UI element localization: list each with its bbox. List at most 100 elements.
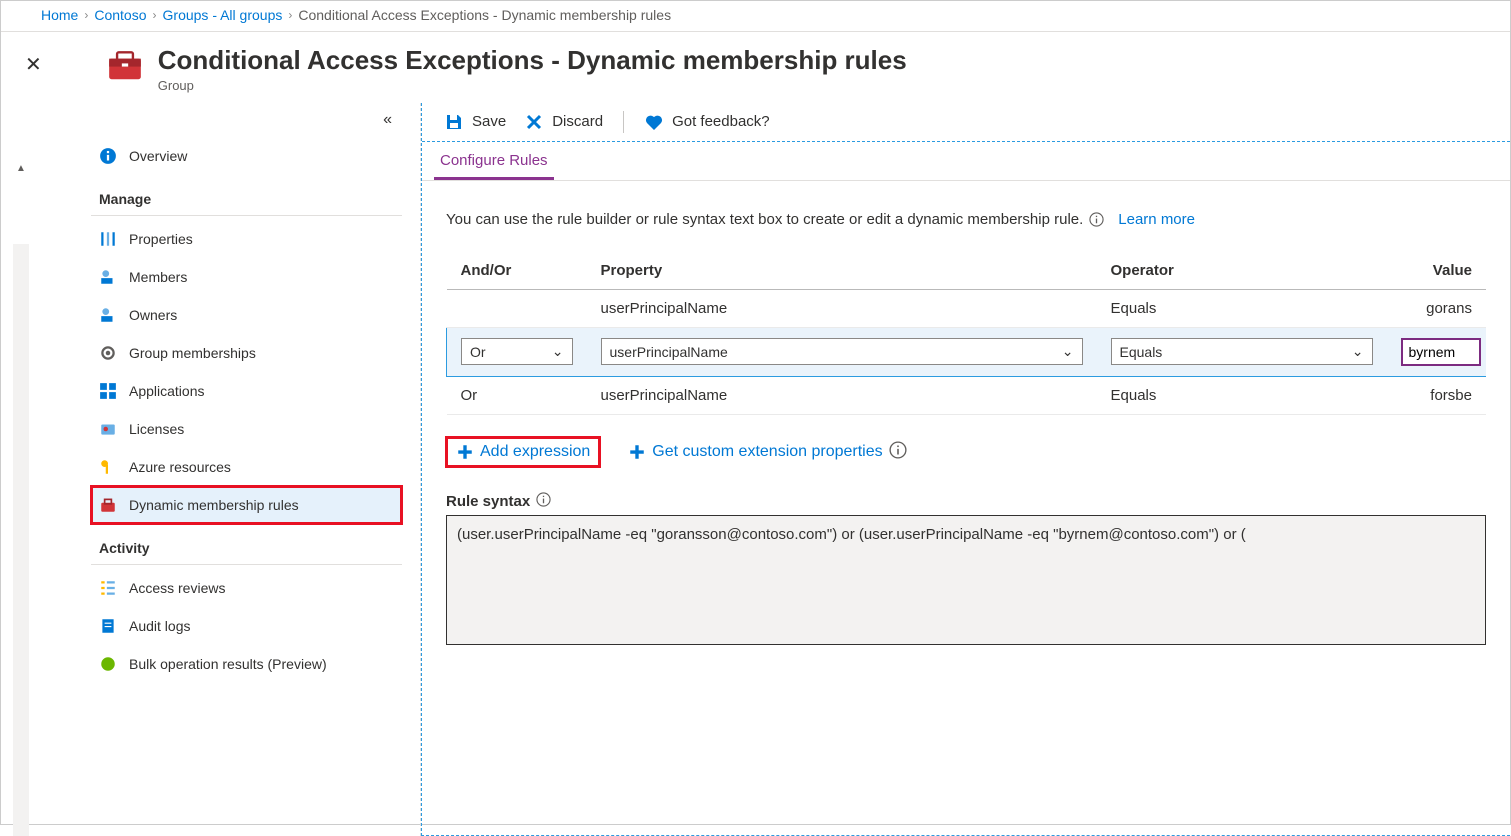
chevron-down-icon: ⌄ [552,343,564,360]
sidebar-item-owners[interactable]: Owners [91,296,402,334]
chevron-right-icon: › [84,8,88,22]
select-value: userPrincipalName [610,344,728,360]
select-value: Or [470,344,486,360]
rule-syntax-label: Rule syntax [446,492,1486,511]
cell-andor [447,289,587,327]
license-icon [99,420,117,438]
chevron-right-icon: › [153,8,157,22]
logs-icon [99,617,117,635]
save-icon [444,112,464,132]
sidebar-item-label: Licenses [129,421,184,437]
sliders-icon [99,230,117,248]
add-expression-label: Add expression [480,443,590,461]
sidebar-item-label: Properties [129,231,193,247]
sidebar-item-label: Members [129,269,187,285]
toolbox-icon [106,46,144,87]
save-button[interactable]: Save [444,112,506,132]
gear-icon [99,344,117,362]
get-custom-properties-button[interactable]: Get custom extension properties [618,435,916,470]
feedback-label: Got feedback? [672,113,770,130]
sidebar-item-licenses[interactable]: Licenses [91,410,402,448]
checklist-icon [99,579,117,597]
apps-icon [99,382,117,400]
page-subtitle: Group [158,78,907,93]
sidebar-item-group-memberships[interactable]: Group memberships [91,334,402,372]
sidebar-section-activity: Activity [91,524,402,565]
bulk-icon [99,655,117,673]
col-operator: Operator [1097,252,1387,290]
breadcrumb-current: Conditional Access Exceptions - Dynamic … [298,7,671,23]
cell-andor: Or [447,376,587,414]
cell-value: forsbe [1387,376,1487,414]
select-value: Equals [1120,344,1163,360]
content-pane: Save Discard Got feedback? Configure Rul… [421,103,1510,836]
sidebar-item-audit-logs[interactable]: Audit logs [91,607,402,645]
x-icon [524,112,544,132]
page-title: Conditional Access Exceptions - Dynamic … [158,46,907,76]
col-property: Property [587,252,1097,290]
sidebar-item-properties[interactable]: Properties [91,220,402,258]
sidebar-item-dynamic-membership-rules[interactable]: Dynamic membership rules [91,486,402,524]
collapse-sidebar-icon[interactable]: « [383,111,402,129]
info-icon[interactable] [889,441,907,464]
breadcrumb: Home › Contoso › Groups - All groups › C… [1,1,1510,29]
left-scrollbar[interactable]: ▲ [1,103,41,836]
sidebar-item-label: Dynamic membership rules [129,497,299,513]
cell-operator: Equals [1097,376,1387,414]
save-label: Save [472,113,506,130]
learn-more-link[interactable]: Learn more [1118,211,1195,228]
cell-property: userPrincipalName [587,289,1097,327]
value-input[interactable] [1401,338,1481,366]
rule-table: And/Or Property Operator Value userPrinc… [446,252,1486,415]
feedback-button[interactable]: Got feedback? [644,112,770,132]
sidebar-item-label: Bulk operation results (Preview) [129,656,327,672]
breadcrumb-tenant[interactable]: Contoso [94,7,146,23]
toolbar: Save Discard Got feedback? [422,103,1510,142]
discard-button[interactable]: Discard [524,112,603,132]
info-icon [99,147,117,165]
add-expression-button[interactable]: Add expression [446,437,600,467]
rule-row-editing[interactable]: Or ⌄ userPrincipalName ⌄ [447,327,1487,376]
sidebar-item-label: Audit logs [129,618,190,634]
andor-select[interactable]: Or ⌄ [461,338,573,365]
cell-property: userPrincipalName [587,376,1097,414]
page-header: ✕ Conditional Access Exceptions - Dynami… [1,32,1510,103]
heart-icon [644,112,664,132]
info-icon[interactable] [1089,212,1104,227]
sidebar-item-members[interactable]: Members [91,258,402,296]
sidebar-item-access-reviews[interactable]: Access reviews [91,569,402,607]
sidebar-item-azure-resources[interactable]: Azure resources [91,448,402,486]
owners-icon [99,306,117,324]
chevron-down-icon: ⌄ [1352,343,1364,360]
breadcrumb-home[interactable]: Home [41,7,78,23]
sidebar-item-applications[interactable]: Applications [91,372,402,410]
breadcrumb-groups[interactable]: Groups - All groups [163,7,283,23]
sidebar-item-label: Applications [129,383,205,399]
operator-select[interactable]: Equals ⌄ [1111,338,1373,365]
toolbox-icon [99,496,117,514]
sidebar-item-overview[interactable]: Overview [91,137,402,175]
cell-operator: Equals [1097,289,1387,327]
rule-row[interactable]: userPrincipalName Equals gorans [447,289,1487,327]
key-icon [99,458,117,476]
close-icon[interactable]: ✕ [25,46,42,77]
info-icon[interactable] [536,492,551,511]
sidebar-item-bulk-operations[interactable]: Bulk operation results (Preview) [91,645,402,683]
chevron-down-icon: ⌄ [1062,343,1074,360]
get-custom-label: Get custom extension properties [652,443,882,461]
plus-icon [628,443,646,461]
col-andor: And/Or [447,252,587,290]
sidebar-section-manage: Manage [91,175,402,216]
rule-syntax-textarea[interactable] [446,515,1486,645]
cell-value: gorans [1387,289,1487,327]
property-select[interactable]: userPrincipalName ⌄ [601,338,1083,365]
toolbar-separator [623,111,624,133]
sidebar-item-label: Owners [129,307,177,323]
plus-icon [456,443,474,461]
rule-row[interactable]: Or userPrincipalName Equals forsbe [447,376,1487,414]
col-value: Value [1387,252,1487,290]
intro-message: You can use the rule builder or rule syn… [446,211,1083,228]
sidebar-item-label: Access reviews [129,580,225,596]
chevron-right-icon: › [288,8,292,22]
tab-configure-rules[interactable]: Configure Rules [434,142,554,180]
